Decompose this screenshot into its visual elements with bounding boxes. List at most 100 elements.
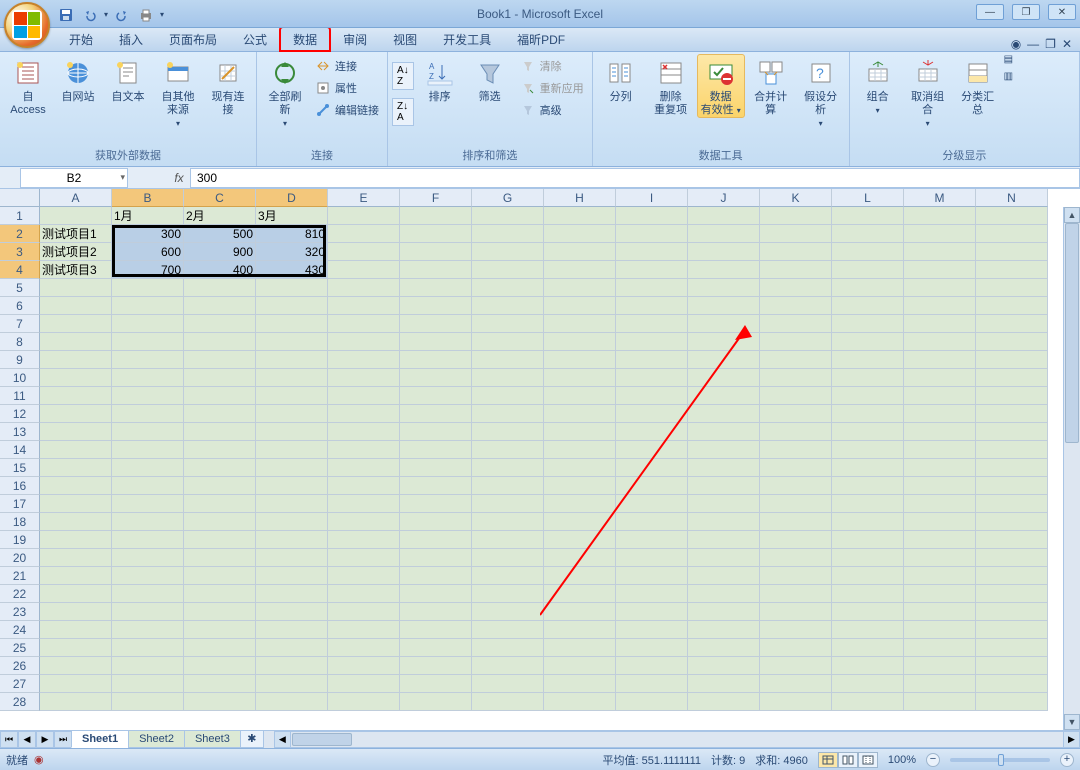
cell[interactable]	[976, 423, 1048, 441]
cell[interactable]	[544, 243, 616, 261]
cell[interactable]	[976, 333, 1048, 351]
row-header[interactable]: 11	[0, 387, 40, 405]
cell[interactable]	[328, 441, 400, 459]
cell[interactable]	[184, 675, 256, 693]
subtotal-button[interactable]: 分类汇总	[954, 54, 1002, 118]
properties-button[interactable]: 属性	[311, 78, 383, 98]
view-pagebreak-icon[interactable]	[858, 752, 878, 768]
cell[interactable]	[184, 405, 256, 423]
cell[interactable]	[256, 693, 328, 711]
save-icon[interactable]	[56, 5, 76, 25]
cell[interactable]	[544, 297, 616, 315]
cell[interactable]	[112, 675, 184, 693]
cell[interactable]	[688, 243, 760, 261]
cell[interactable]	[904, 225, 976, 243]
zoom-in-button[interactable]: +	[1060, 753, 1074, 767]
row-header[interactable]: 22	[0, 585, 40, 603]
cell[interactable]	[40, 513, 112, 531]
cell[interactable]	[328, 207, 400, 225]
cell[interactable]	[904, 459, 976, 477]
cell[interactable]	[328, 495, 400, 513]
cell[interactable]	[40, 585, 112, 603]
from-access-button[interactable]: 自 Access	[4, 54, 52, 118]
cell[interactable]	[904, 477, 976, 495]
cell[interactable]	[472, 657, 544, 675]
row-header[interactable]: 7	[0, 315, 40, 333]
tab-insert[interactable]: 插入	[106, 27, 156, 51]
cell[interactable]	[832, 423, 904, 441]
cell[interactable]	[184, 297, 256, 315]
cell[interactable]	[904, 387, 976, 405]
cell[interactable]	[760, 531, 832, 549]
cell[interactable]	[472, 513, 544, 531]
tab-home[interactable]: 开始	[56, 27, 106, 51]
cell[interactable]	[472, 225, 544, 243]
cell[interactable]	[688, 333, 760, 351]
cell[interactable]	[184, 621, 256, 639]
cell[interactable]	[688, 621, 760, 639]
cell[interactable]	[472, 297, 544, 315]
cell[interactable]	[832, 387, 904, 405]
cell[interactable]	[616, 549, 688, 567]
cell[interactable]	[760, 441, 832, 459]
cell[interactable]	[760, 459, 832, 477]
cell[interactable]	[760, 567, 832, 585]
cell[interactable]	[472, 405, 544, 423]
cell[interactable]	[760, 675, 832, 693]
row-header[interactable]: 15	[0, 459, 40, 477]
cell[interactable]	[688, 225, 760, 243]
cell[interactable]	[112, 477, 184, 495]
row-header[interactable]: 28	[0, 693, 40, 711]
cell[interactable]	[544, 261, 616, 279]
cell[interactable]	[544, 405, 616, 423]
cell[interactable]: 测试项目1	[40, 225, 112, 243]
cell[interactable]	[688, 657, 760, 675]
data-validation-button[interactable]: 数据 有效性 ▾	[697, 54, 745, 118]
cell[interactable]	[688, 567, 760, 585]
row-header[interactable]: 19	[0, 531, 40, 549]
cell[interactable]	[616, 423, 688, 441]
row-header[interactable]: 12	[0, 405, 40, 423]
cell[interactable]	[472, 459, 544, 477]
row-header[interactable]: 1	[0, 207, 40, 225]
column-header[interactable]: K	[760, 189, 832, 207]
cell[interactable]	[256, 441, 328, 459]
cell[interactable]	[112, 693, 184, 711]
column-header[interactable]: L	[832, 189, 904, 207]
cell[interactable]	[400, 477, 472, 495]
cell[interactable]	[112, 279, 184, 297]
cell[interactable]: 320	[256, 243, 328, 261]
cell[interactable]	[400, 495, 472, 513]
cell[interactable]	[688, 675, 760, 693]
cell[interactable]	[184, 549, 256, 567]
cell[interactable]	[112, 621, 184, 639]
cell[interactable]	[472, 207, 544, 225]
cell[interactable]	[544, 477, 616, 495]
cell[interactable]	[256, 621, 328, 639]
quickprint-icon[interactable]	[136, 5, 156, 25]
cell[interactable]	[328, 279, 400, 297]
cell[interactable]	[112, 603, 184, 621]
cell[interactable]	[904, 405, 976, 423]
cell[interactable]	[904, 297, 976, 315]
cell[interactable]	[40, 387, 112, 405]
cell[interactable]	[256, 459, 328, 477]
cell[interactable]	[832, 585, 904, 603]
cell[interactable]	[544, 459, 616, 477]
cell[interactable]	[40, 621, 112, 639]
cell[interactable]	[976, 351, 1048, 369]
cell[interactable]	[904, 621, 976, 639]
cell[interactable]	[904, 243, 976, 261]
cell[interactable]	[40, 675, 112, 693]
cell[interactable]	[544, 423, 616, 441]
cell[interactable]	[976, 495, 1048, 513]
row-header[interactable]: 4	[0, 261, 40, 279]
column-header[interactable]: C	[184, 189, 256, 207]
clear-filter-button[interactable]: 清除	[516, 56, 588, 76]
cell[interactable]	[256, 477, 328, 495]
cell[interactable]	[40, 207, 112, 225]
cell[interactable]	[184, 567, 256, 585]
cell[interactable]	[328, 513, 400, 531]
cell[interactable]	[40, 693, 112, 711]
vertical-scrollbar[interactable]: ▲ ▼	[1063, 207, 1080, 730]
